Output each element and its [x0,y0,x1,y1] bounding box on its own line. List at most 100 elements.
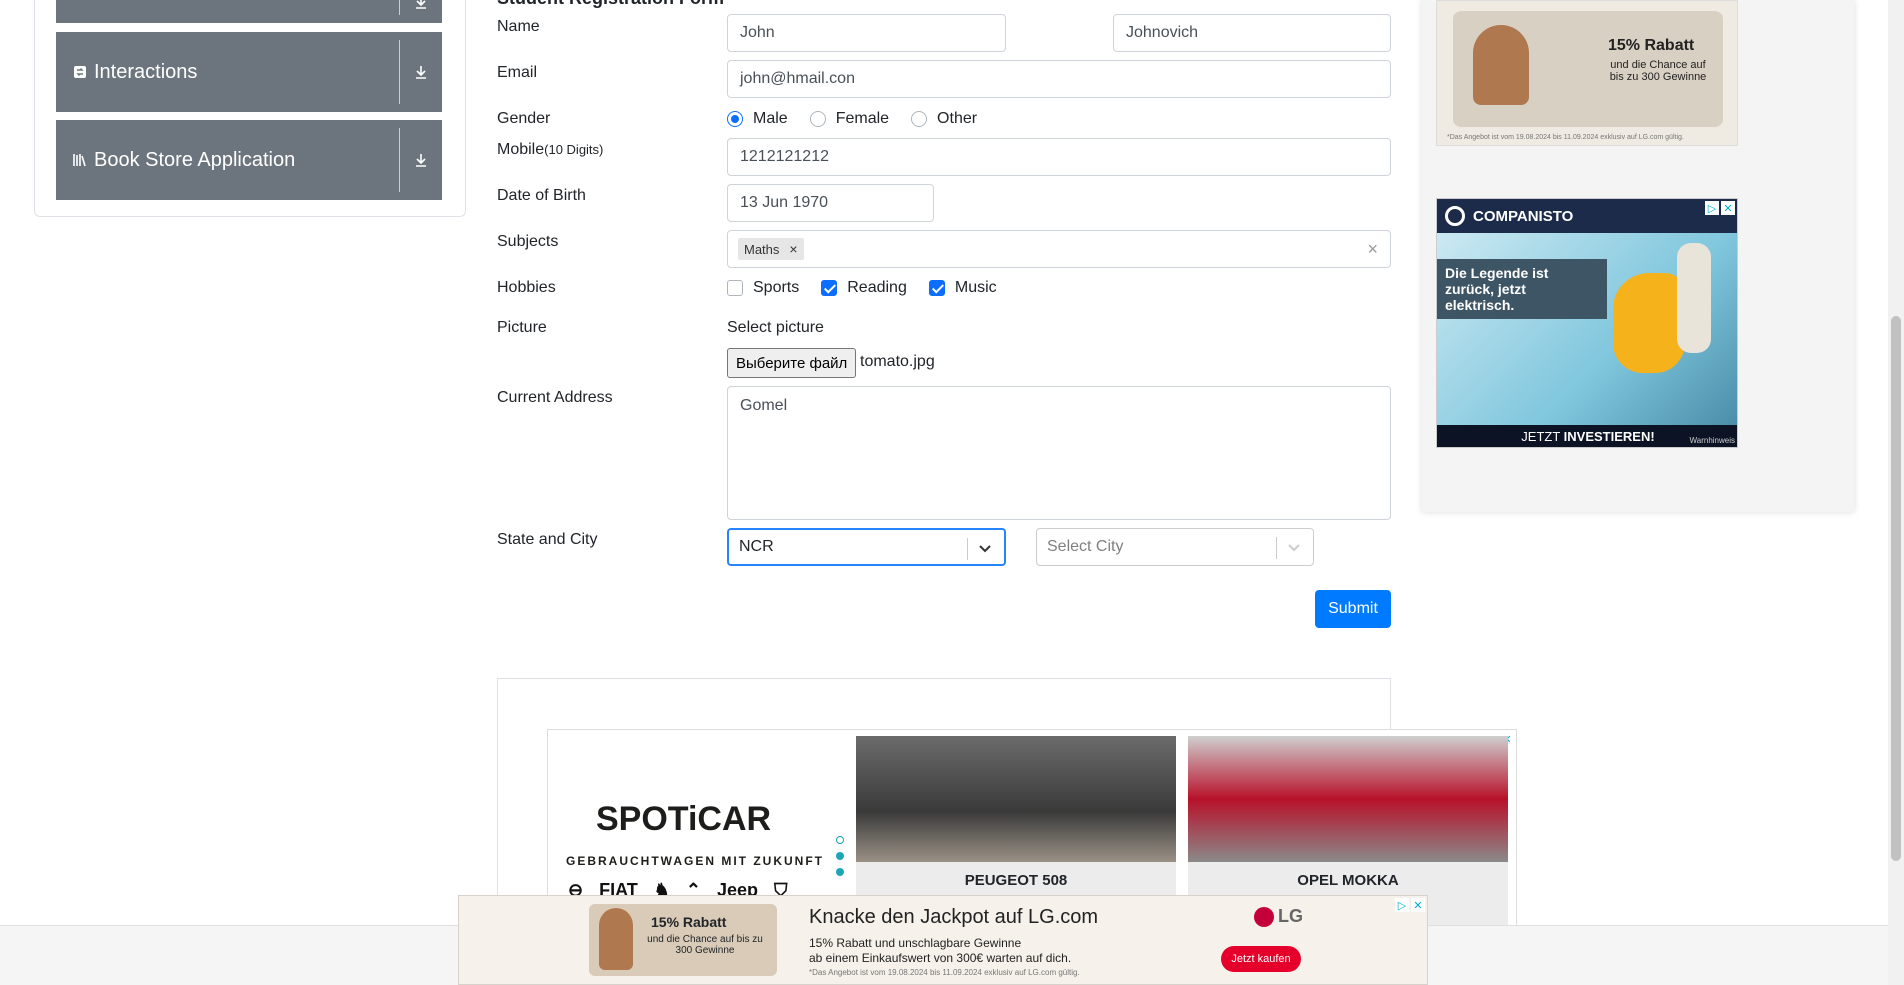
lg-banner-line1: 15% Rabatt und unschlagbare Gewinne [809,936,1022,950]
radio-button[interactable] [809,111,826,127]
chevron-down-icon[interactable] [1285,538,1303,556]
close-icon[interactable]: ✕ [1721,201,1735,215]
companisto-text: Die Legende ist zurück, jetzt elektrisch… [1437,259,1607,319]
gender-option-label: Other [937,110,978,127]
lg-ad-card: 15% Rabatt und die Chance auf bis zu 300… [1453,11,1723,127]
page: Interactions Book Store Application Stud… [0,0,1904,985]
checkbox[interactable] [727,280,743,296]
lg-banner-badge-text: und die Chance auf bis zu 300 Gewinne [647,934,763,956]
sidebar-group-book-store[interactable]: Book Store Application [56,120,442,200]
ad-choices[interactable]: ▷✕ [1705,201,1735,215]
trophy-icon [599,908,633,970]
companisto-ad[interactable]: COMPANISTO ▷ ✕ Die Legende ist zurück, je… [1436,198,1738,448]
adchoices-icon[interactable]: ▷ [1395,898,1409,912]
first-name-input[interactable]: John [727,14,1006,52]
email-input[interactable]: john@hmail.con [727,60,1391,98]
gender-radio-group: Male Female Other [727,110,999,128]
scrollbar-thumb[interactable] [1891,316,1901,861]
carousel-dots[interactable] [836,836,844,876]
mobile-label-text: Mobile [497,141,545,158]
page-scrollbar[interactable] [1888,0,1904,985]
sidebar: Interactions Book Store Application [34,0,466,217]
city-select[interactable]: Select City [1036,528,1314,566]
car-image-opel [1188,736,1508,862]
ad-choices[interactable]: ▷✕ [1395,898,1425,912]
email-label: Email [497,64,538,81]
state-select[interactable]: NCR [727,528,1006,566]
state-value: NCR [739,538,774,555]
chevron-down-icon[interactable] [976,539,994,557]
checkbox[interactable] [821,280,838,296]
lg-ad-headline: 15% Rabatt [1608,37,1695,54]
submit-button[interactable]: Submit [1315,590,1391,628]
subjects-input[interactable]: Maths × × [727,230,1391,268]
choose-file-button[interactable]: Выберите файл [727,348,857,378]
address-label: Current Address [497,389,613,406]
dob-label: Date of Birth [497,187,586,204]
lg-banner-cta-button[interactable]: Jetzt kaufen [1221,946,1301,972]
lg-banner-ad[interactable]: ▷ ✕ 15% Rabatt und die Chance auf bis zu … [458,895,1428,985]
clear-icon[interactable]: × [1367,239,1378,260]
scooter-icon [1613,273,1685,373]
radio-button[interactable] [727,111,743,127]
adchoices-icon[interactable]: ▷ [1705,201,1719,215]
last-name-input[interactable]: Johnovich [1113,14,1391,52]
hobby-label: Music [954,279,997,296]
carousel-dot[interactable] [836,852,844,860]
companisto-warning: Warnhinweis [1689,436,1736,445]
hobby-label: Reading [847,279,907,296]
lg-banner-headline: Knacke den Jackpot auf LG.com [809,906,1099,928]
file-name: tomato.jpg [860,353,935,370]
gender-label: Gender [497,110,551,127]
download-icon[interactable] [400,32,442,112]
car-name-1: PEUGEOT 508 [964,872,1068,889]
person-figure [1677,243,1711,353]
address-textarea[interactable]: Gomel [727,386,1391,520]
lg-banner-badge: 15% Rabatt und die Chance auf bis zu 300… [589,904,777,976]
hobbies-group: Sports Reading Music [727,279,1019,297]
form-heading: Student Registration Form [497,0,724,9]
city-placeholder: Select City [1047,538,1124,555]
carousel-dot[interactable] [836,836,844,844]
lg-ad-fineprint: *Das Angebot ist vom 19.08.2024 bis 11.0… [1447,134,1684,141]
hobby-reading[interactable]: Reading [821,279,907,297]
chip-remove-icon[interactable]: × [789,241,797,257]
close-icon[interactable]: ✕ [1411,898,1425,912]
lg-banner-line2: ab einem Einkaufswert von 300€ warten au… [809,951,1072,965]
radio-button[interactable] [911,111,928,127]
mobile-label: Mobile(10 Digits) [497,141,603,159]
spoticar-tagline: GEBRAUCHTWAGEN MIT ZUKUNFT [566,854,824,868]
picture-label: Picture [497,319,547,336]
book-icon [72,152,88,168]
carousel-dot[interactable] [836,868,844,876]
gender-male[interactable]: Male [727,110,788,128]
picture-caption: Select picture [727,319,824,336]
sidebar-group-label: Book Store Application [94,148,296,171]
mobile-hint: (10 Digits) [544,142,604,157]
gender-other[interactable]: Other [911,110,977,128]
name-label: Name [497,18,540,35]
lg-ad-top[interactable]: 15% Rabatt und die Chance auf bis zu 300… [1436,0,1738,146]
trophy-icon [1473,25,1529,105]
lg-banner-fineprint: *Das Angebot ist vom 19.08.2024 bis 11.0… [809,968,1080,977]
car-image-peugeot [856,736,1176,862]
gender-option-label: Female [835,110,890,127]
companisto-cta-bold: INVESTIEREN! [1563,428,1655,444]
select-separator [967,538,968,560]
mobile-input[interactable]: 1212121212 [727,138,1391,176]
dob-input[interactable]: 13 Jun 1970 [727,184,934,222]
subject-chip-label: Maths [744,241,780,257]
sidebar-group-above[interactable] [56,0,442,23]
checkbox[interactable] [928,280,945,296]
companisto-brand: COMPANISTO [1437,199,1737,233]
hobby-sports[interactable]: Sports [727,279,799,297]
hobby-label: Sports [753,279,800,296]
download-icon[interactable] [400,120,442,200]
gender-female[interactable]: Female [809,110,890,128]
lg-ad-text: und die Chance auf bis zu 300 Gewinne [1609,59,1707,83]
hobby-music[interactable]: Music [928,279,997,297]
lg-banner-badge-title: 15% Rabatt [651,914,727,930]
companisto-cta-prefix: JETZT [1521,428,1564,444]
sidebar-group-interactions[interactable]: Interactions [56,32,442,112]
download-icon[interactable] [400,0,442,23]
